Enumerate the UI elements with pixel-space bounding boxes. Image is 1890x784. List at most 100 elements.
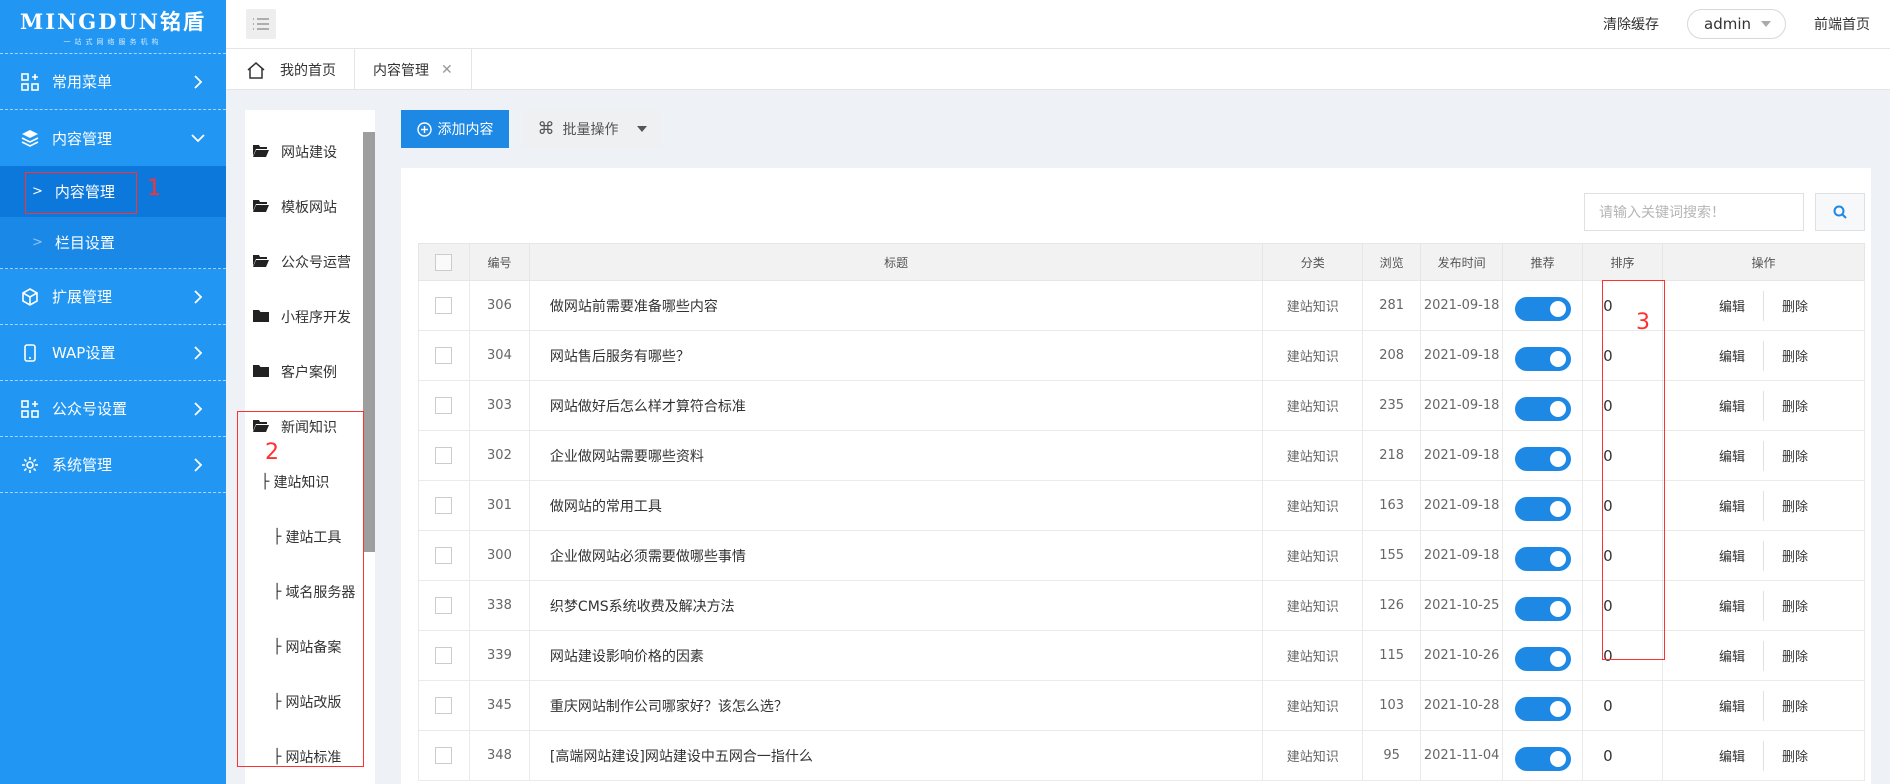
delete-button[interactable]: 删除 <box>1764 496 1826 515</box>
home-icon <box>247 61 265 79</box>
search-input[interactable]: 请输入关键词搜索！ <box>1584 193 1804 231</box>
user-dropdown[interactable]: admin <box>1687 9 1786 39</box>
tab-content-management[interactable]: 内容管理 ✕ <box>355 49 472 90</box>
tree-node-mini-program[interactable]: 小程序开发 <box>253 307 351 327</box>
tree-node-template-website[interactable]: 模板网站 <box>253 197 337 217</box>
recommend-toggle[interactable] <box>1514 696 1571 721</box>
row-sort[interactable]: 0 <box>1582 680 1664 731</box>
menu-toggle-button[interactable] <box>246 9 276 39</box>
row-select[interactable] <box>418 330 470 381</box>
delete-button[interactable]: 删除 <box>1764 596 1826 615</box>
row-checkbox[interactable] <box>435 547 453 564</box>
delete-button[interactable]: 删除 <box>1764 296 1826 315</box>
row-select[interactable] <box>418 680 470 731</box>
row-title[interactable]: 企业做网站需要哪些资料 <box>528 430 1264 481</box>
tree-node-client-cases[interactable]: 客户案例 <box>253 362 337 382</box>
sidebar-item-wap-settings[interactable]: WAP设置 <box>0 325 226 381</box>
tab-home[interactable]: 我的首页 <box>226 49 355 90</box>
row-id: 348 <box>468 730 530 781</box>
row-title[interactable]: 网站售后服务有哪些？ <box>528 330 1264 381</box>
recommend-toggle[interactable] <box>1514 446 1571 471</box>
recommend-toggle[interactable] <box>1514 496 1571 521</box>
recommend-toggle[interactable] <box>1514 296 1571 321</box>
row-title[interactable]: 做网站的常用工具 <box>528 480 1264 531</box>
tree-node-label: 小程序开发 <box>281 310 351 326</box>
sidebar-item-content-management[interactable]: 内容管理 <box>0 110 226 166</box>
row-title[interactable]: 做网站前需要准备哪些内容 <box>528 280 1264 331</box>
sidebar-item-system-management[interactable]: 系统管理 <box>0 437 226 493</box>
recommend-toggle[interactable] <box>1514 546 1571 571</box>
row-select[interactable] <box>418 280 470 331</box>
edit-button[interactable]: 编辑 <box>1701 746 1763 765</box>
row-select[interactable] <box>418 380 470 431</box>
chevron-right-icon <box>194 74 203 89</box>
edit-button[interactable]: 编辑 <box>1701 446 1763 465</box>
tree-scrollbar-thumb[interactable] <box>363 132 375 552</box>
recommend-toggle[interactable] <box>1514 396 1571 421</box>
row-recommend <box>1502 280 1584 331</box>
row-checkbox[interactable] <box>435 397 453 414</box>
delete-button[interactable]: 删除 <box>1764 346 1826 365</box>
delete-button[interactable]: 删除 <box>1764 696 1826 715</box>
frontend-home-link[interactable]: 前端首页 <box>1814 14 1870 34</box>
batch-operations-dropdown[interactable]: ⌘ 批量操作 <box>522 110 662 148</box>
row-select[interactable] <box>418 730 470 781</box>
select-all-checkbox[interactable] <box>435 253 453 271</box>
row-select[interactable] <box>418 630 470 681</box>
sidebar-item-wechat-settings[interactable]: 公众号设置 <box>0 381 226 437</box>
delete-button[interactable]: 删除 <box>1764 546 1826 565</box>
row-checkbox[interactable] <box>435 347 453 364</box>
tree-node-wechat-operation[interactable]: 公众号运营 <box>253 252 351 272</box>
edit-button[interactable]: 编辑 <box>1701 346 1763 365</box>
clear-cache-link[interactable]: 清除缓存 <box>1603 14 1659 34</box>
header-select-all[interactable] <box>418 243 470 281</box>
edit-button[interactable]: 编辑 <box>1701 546 1763 565</box>
delete-button[interactable]: 删除 <box>1764 746 1826 765</box>
row-checkbox[interactable] <box>435 447 453 464</box>
row-checkbox[interactable] <box>435 697 453 714</box>
header-actions: 操作 <box>1662 243 1865 281</box>
edit-button[interactable]: 编辑 <box>1701 496 1763 515</box>
edit-button[interactable]: 编辑 <box>1701 696 1763 715</box>
recommend-toggle[interactable] <box>1514 646 1571 671</box>
sidebar-item-common-menu[interactable]: 常用菜单 <box>0 54 226 110</box>
row-title[interactable]: [高端网站建设]网站建设中五网合一指什么 <box>528 730 1264 781</box>
edit-button[interactable]: 编辑 <box>1701 596 1763 615</box>
row-title[interactable]: 织梦CMS系统收费及解决方法 <box>528 580 1264 631</box>
row-checkbox[interactable] <box>435 647 453 664</box>
tree-node-website-building[interactable]: 网站建设 <box>253 142 337 162</box>
row-actions: 编辑 删除 <box>1662 730 1865 781</box>
row-select[interactable] <box>418 580 470 631</box>
row-title[interactable]: 重庆网站制作公司哪家好？该怎么选？ <box>528 680 1264 731</box>
edit-button[interactable]: 编辑 <box>1701 396 1763 415</box>
recommend-toggle[interactable] <box>1514 346 1571 371</box>
sidebar-item-label: 系统管理 <box>52 456 113 474</box>
row-select[interactable] <box>418 480 470 531</box>
delete-button[interactable]: 删除 <box>1764 446 1826 465</box>
row-checkbox[interactable] <box>435 747 453 764</box>
row-select[interactable] <box>418 530 470 581</box>
add-content-button[interactable]: 添加内容 <box>401 110 509 148</box>
chevron-right-icon <box>194 345 203 360</box>
delete-button[interactable]: 删除 <box>1764 646 1826 665</box>
sidebar-item-extension-management[interactable]: 扩展管理 <box>0 269 226 325</box>
recommend-toggle[interactable] <box>1514 596 1571 621</box>
annotation-number-3: 3 <box>1636 310 1650 335</box>
close-icon[interactable]: ✕ <box>441 62 453 78</box>
row-views: 115 <box>1362 630 1422 681</box>
row-checkbox[interactable] <box>435 597 453 614</box>
row-category: 建站知识 <box>1262 580 1364 631</box>
row-sort[interactable]: 0 <box>1582 730 1664 781</box>
row-select[interactable] <box>418 430 470 481</box>
recommend-toggle[interactable] <box>1514 746 1571 771</box>
sidebar-subitem-column-settings[interactable]: > 栏目设置 <box>0 217 226 268</box>
row-title[interactable]: 网站做好后怎么样才算符合标准 <box>528 380 1264 431</box>
row-title[interactable]: 网站建设影响价格的因素 <box>528 630 1264 681</box>
row-checkbox[interactable] <box>435 297 453 314</box>
row-checkbox[interactable] <box>435 497 453 514</box>
search-button[interactable] <box>1815 193 1865 231</box>
edit-button[interactable]: 编辑 <box>1701 646 1763 665</box>
edit-button[interactable]: 编辑 <box>1701 296 1763 315</box>
row-title[interactable]: 企业做网站必须需要做哪些事情 <box>528 530 1264 581</box>
delete-button[interactable]: 删除 <box>1764 396 1826 415</box>
